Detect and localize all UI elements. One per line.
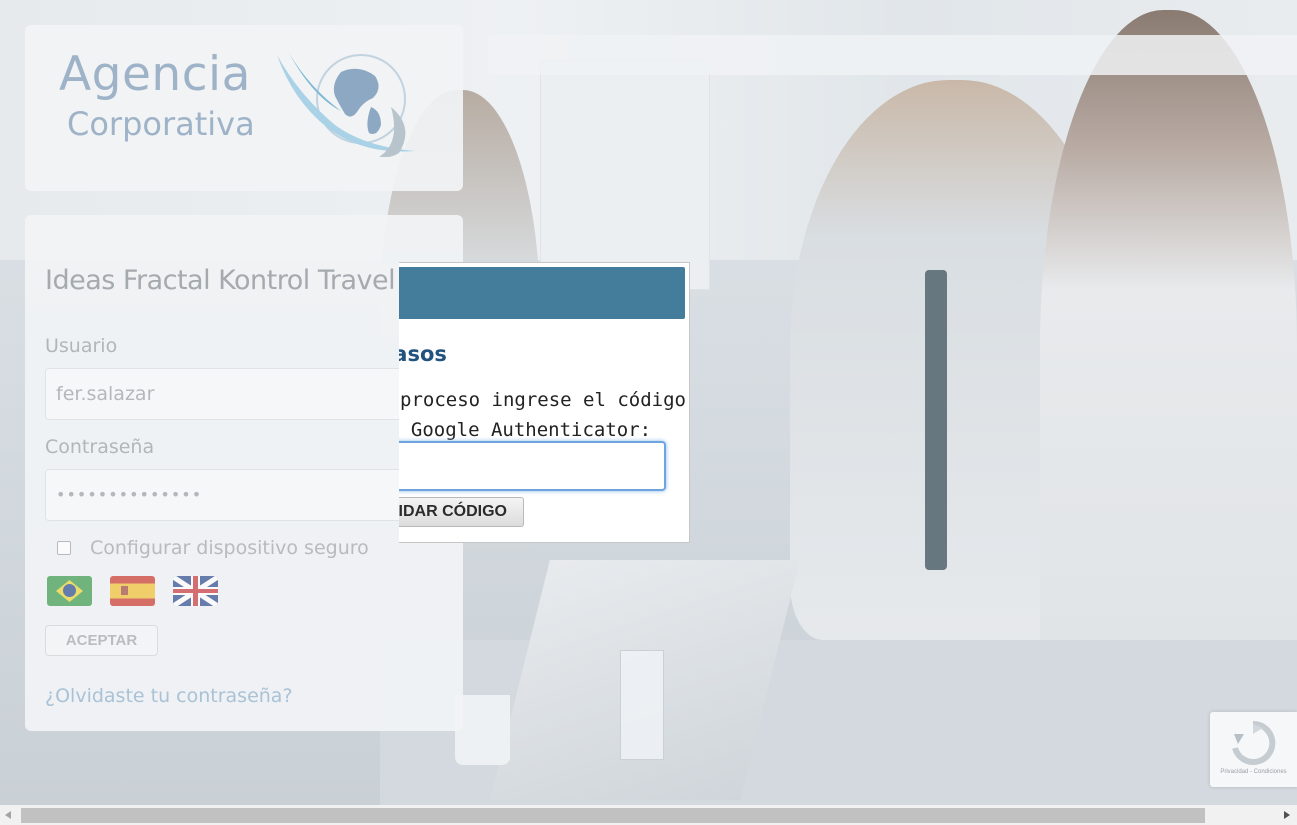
top-bar [488,35,1297,75]
recaptcha-icon [1232,720,1276,765]
globe-logo-icon [277,53,415,157]
brazil-flag-icon[interactable] [47,576,92,606]
secure-device-checkbox[interactable] [57,541,71,555]
logo-text-agencia: Agencia [59,47,251,102]
authenticator-code-input[interactable] [399,441,666,491]
background-whiteboard [540,60,710,290]
username-label: Usuario [45,335,118,357]
validate-code-button[interactable]: IDAR CÓDIGO [399,497,524,527]
password-field[interactable]: •••••••••••••• [45,469,445,521]
password-label: Contraseña [45,436,155,458]
logo-text-corporativa: Corporativa [67,105,255,143]
spain-flag-icon[interactable] [110,576,155,606]
background-cup [455,695,510,765]
horizontal-scrollbar[interactable] [0,805,1297,825]
secure-device-option[interactable]: Configurar dispositivo seguro [57,537,369,559]
login-title: Ideas Fractal Kontrol Travel [45,265,396,296]
two-factor-dialog: dos pasos proceso ingrese el código n Go… [399,262,690,543]
recaptcha-badge[interactable]: Privacidad - Condiciones [1210,712,1297,787]
dialog-instructions: proceso ingrese el código n Google Authe… [399,385,687,445]
dialog-header [399,267,685,319]
forgot-password-link[interactable]: ¿Olvidaste tu contraseña? [45,685,293,707]
language-selector [47,576,218,606]
dialog-title: dos pasos [399,342,447,366]
background-person [1040,10,1297,710]
accept-button[interactable]: ACEPTAR [45,625,158,656]
uk-flag-icon[interactable] [173,576,218,606]
scroll-right-icon[interactable] [1284,811,1290,819]
scrollbar-thumb[interactable] [21,808,1205,823]
background-glass [620,650,664,760]
recaptcha-footer[interactable]: Privacidad - Condiciones [1210,769,1297,775]
dialog-instructions-line1: proceso ingrese el código [400,389,686,411]
scroll-left-icon[interactable] [5,811,11,819]
secure-device-label: Configurar dispositivo seguro [90,537,369,559]
background-tie [925,270,947,570]
username-field[interactable]: fer.salazar [45,368,445,420]
login-card: Ideas Fractal Kontrol Travel Usuario fer… [25,215,463,731]
logo-card: Agencia Corporativa [25,25,463,191]
